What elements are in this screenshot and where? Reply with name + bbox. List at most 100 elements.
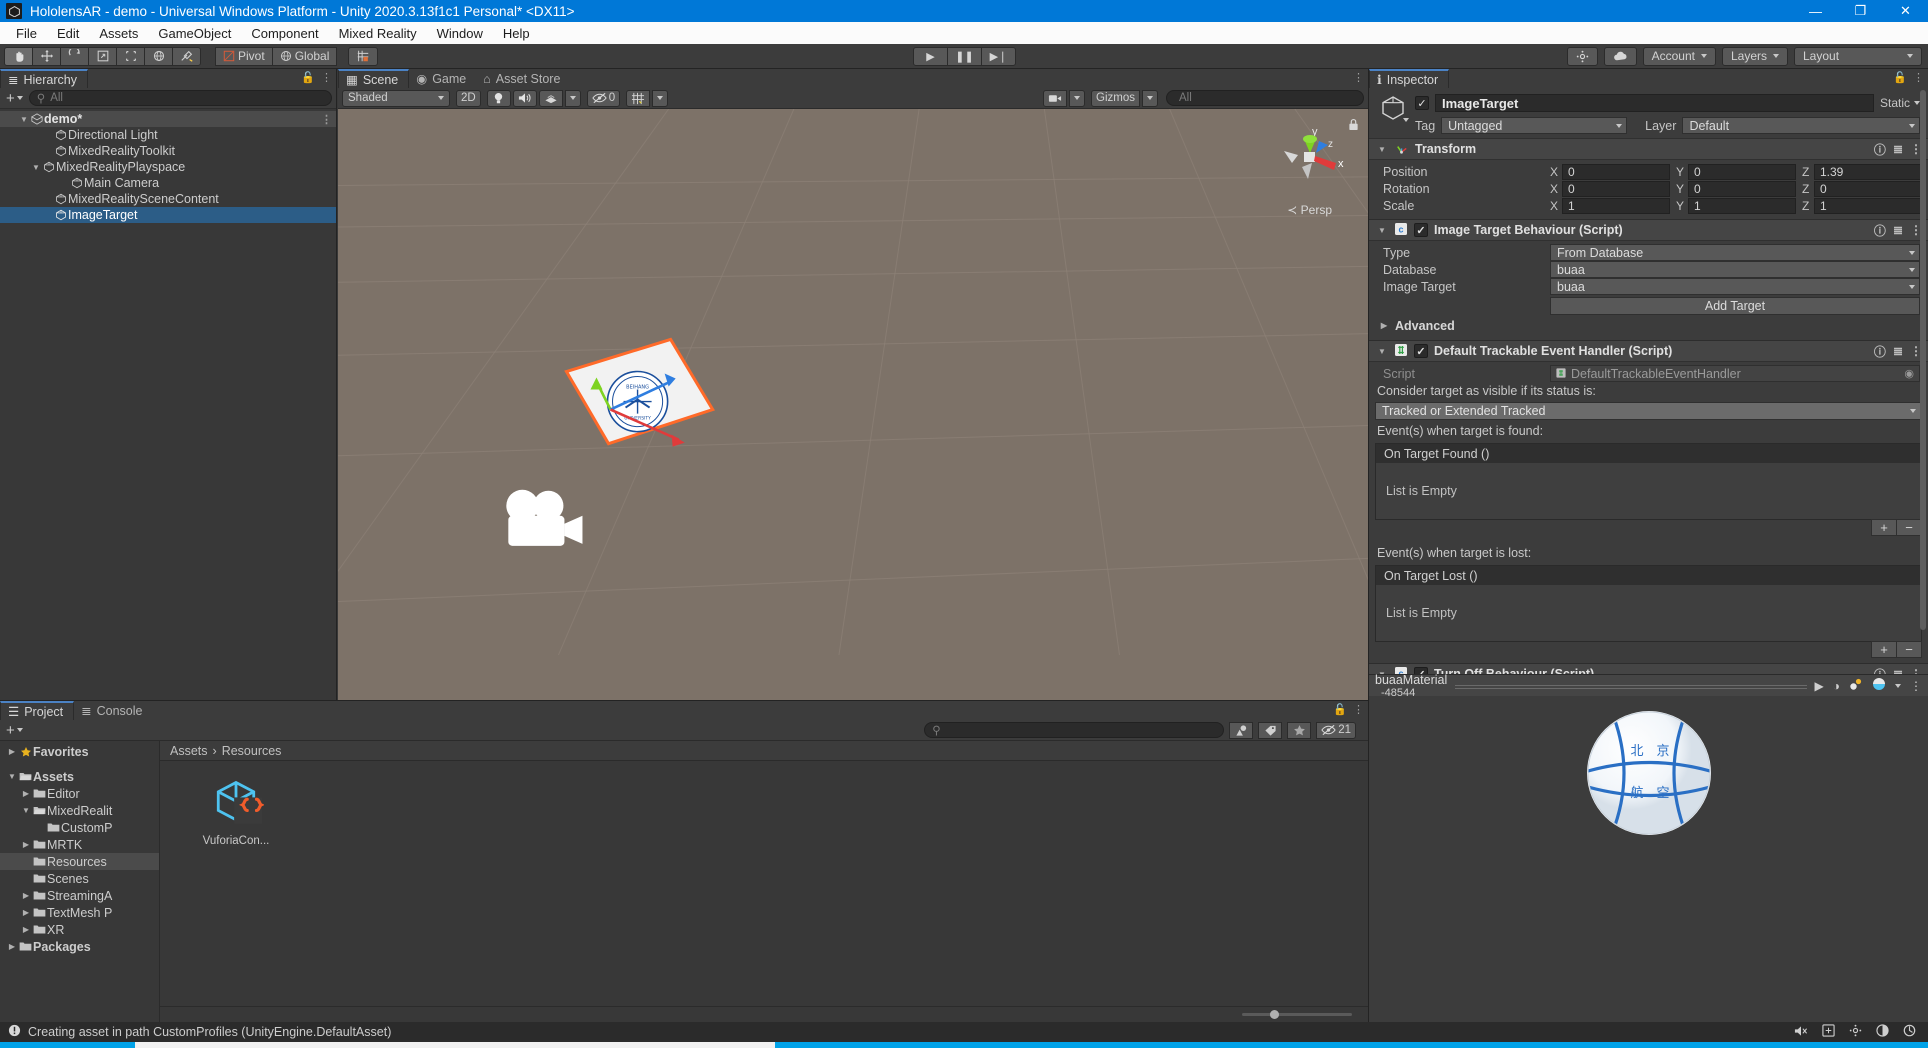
object-picker-icon[interactable]: ◉ [1904, 367, 1914, 380]
gameobject-active-checkbox[interactable]: ✓ [1415, 96, 1429, 110]
move-tool-button[interactable] [32, 46, 61, 66]
project-tree-editor[interactable]: ▶ Editor [0, 785, 159, 802]
project-tree-favorites[interactable]: ▶ Favorites [0, 743, 159, 760]
scale-y-input[interactable]: 1 [1688, 197, 1796, 214]
add-found-listener-button[interactable]: + [1871, 519, 1897, 536]
chevron-down-icon[interactable] [1403, 118, 1409, 122]
menu-edit[interactable]: Edit [47, 24, 89, 43]
close-button[interactable]: ✕ [1883, 0, 1928, 22]
scene-lighting-toggle[interactable] [486, 89, 511, 107]
lighting-preview-icon[interactable] [1849, 677, 1863, 694]
lock-icon[interactable]: 🔓 [1893, 71, 1907, 84]
scene-fx-toggle[interactable] [538, 89, 563, 107]
help-icon[interactable]: ⓘ [1874, 343, 1886, 360]
hand-tool-button[interactable] [4, 46, 33, 66]
gizmos-button[interactable]: Gizmos [1091, 89, 1140, 107]
cloud-icon-button[interactable] [1603, 46, 1637, 66]
kebab-menu-icon[interactable]: ⋮ [1353, 71, 1364, 84]
expand-arrow-icon[interactable]: ▼ [1376, 347, 1388, 356]
project-tree-mrtk[interactable]: ▶ MRTK [0, 836, 159, 853]
lock-icon[interactable]: 🔓 [1333, 703, 1347, 716]
expand-arrow-icon[interactable]: ▼ [6, 772, 18, 781]
component-transform-header[interactable]: ▼ Transform ⓘ ≣ ⋮ [1369, 139, 1928, 160]
project-tree-resources[interactable]: ▸ Resources [0, 853, 159, 870]
search-by-label-button[interactable] [1258, 721, 1283, 739]
play-button[interactable]: ▶ [913, 46, 948, 66]
hierarchy-item-demo[interactable]: ▼ demo* ⋮ [0, 111, 336, 127]
sphere-preview-icon[interactable]: ◑ [1833, 679, 1840, 693]
grid-snap-button[interactable] [348, 46, 379, 66]
expand-arrow-icon[interactable]: ▶ [6, 747, 18, 756]
hierarchy-item-main-camera[interactable]: ▸ Main Camera [0, 175, 336, 191]
rect-tool-button[interactable] [116, 46, 145, 66]
scene-grid-dropdown[interactable] [652, 89, 669, 107]
shading-mode-dropdown[interactable]: Shaded [342, 89, 450, 107]
hierarchy-item-mixedrealityscenecontent[interactable]: ▸ MixedRealitySceneContent [0, 191, 336, 207]
kebab-menu-icon[interactable]: ⋮ [1913, 71, 1924, 84]
scale-z-input[interactable]: 1 [1814, 197, 1922, 214]
component-image-target-header[interactable]: ▼ c ✓ Image Target Behaviour (Script) ⓘ … [1369, 220, 1928, 241]
help-icon[interactable]: ⓘ [1874, 141, 1886, 158]
scrollbar-thumb[interactable] [1920, 90, 1926, 630]
lock-icon[interactable]: 🔓 [301, 71, 315, 84]
chevron-down-icon[interactable] [1895, 683, 1901, 688]
collab-icon-button[interactable] [1566, 46, 1598, 66]
scene-search-input[interactable]: All [1166, 90, 1364, 106]
tab-asset-store[interactable]: ⌂ Asset Store [476, 69, 571, 88]
tab-hierarchy[interactable]: ≣ Hierarchy [0, 69, 88, 88]
database-dropdown[interactable]: buaa [1550, 261, 1920, 278]
progress-icon[interactable] [1903, 1024, 1916, 1040]
add-target-button[interactable]: Add Target [1550, 296, 1920, 315]
breadcrumb-assets[interactable]: Assets [170, 744, 208, 758]
layer-dropdown[interactable]: Default [1682, 117, 1920, 134]
transform-tool-button[interactable] [144, 46, 173, 66]
account-button[interactable]: Account [1642, 46, 1716, 66]
play-icon[interactable]: ▶ [1815, 679, 1824, 693]
add-lost-listener-button[interactable]: + [1871, 641, 1897, 658]
step-button[interactable]: ▶❘ [981, 46, 1016, 66]
image-target-dropdown[interactable]: buaa [1550, 278, 1920, 295]
expand-arrow-icon[interactable]: ▶ [20, 789, 32, 798]
rotation-z-input[interactable]: 0 [1814, 180, 1922, 197]
custom-editor-tool-button[interactable] [172, 46, 201, 66]
hierarchy-item-directional-light[interactable]: ▸ Directional Light [0, 127, 336, 143]
expand-arrow-icon[interactable]: ▼ [1376, 145, 1388, 154]
position-x-input[interactable]: 0 [1562, 163, 1670, 180]
scale-tool-button[interactable] [88, 46, 117, 66]
toggle-2d-button[interactable]: 2D [456, 89, 481, 107]
script-object-field[interactable]: DefaultTrackableEventHandler ◉ [1550, 365, 1920, 382]
project-tree-xr[interactable]: ▶ XR [0, 921, 159, 938]
help-icon[interactable]: ⓘ [1874, 222, 1886, 239]
material-preview-sphere[interactable]: 北 京 航 空 [1586, 711, 1711, 835]
scene-camera-settings-button[interactable] [1043, 89, 1068, 107]
menu-window[interactable]: Window [427, 24, 493, 43]
expand-arrow-icon[interactable]: ▶ [20, 840, 32, 849]
preview-packages-icon[interactable] [1876, 1024, 1889, 1040]
project-tree-assets[interactable]: ▼ Assets [0, 768, 159, 785]
hierarchy-add-button[interactable]: + [4, 90, 25, 107]
menu-help[interactable]: Help [493, 24, 540, 43]
pivot-toggle-button[interactable]: Pivot [215, 46, 273, 66]
project-tree-scenes[interactable]: ▸ Scenes [0, 870, 159, 887]
status-message-row[interactable]: Creating asset in path CustomProfiles (U… [0, 1022, 1928, 1042]
global-toggle-button[interactable]: Global [271, 46, 338, 66]
scene-visibility-toggle[interactable]: 0 [586, 89, 621, 107]
position-y-input[interactable]: 0 [1688, 163, 1796, 180]
expand-arrow-icon[interactable]: ▼ [20, 806, 32, 815]
menu-mixed-reality[interactable]: Mixed Reality [329, 24, 427, 43]
project-tree-packages[interactable]: ▶ Packages [0, 938, 159, 955]
hierarchy-item-mixedrealityplayspace[interactable]: ▼ MixedRealityPlayspace [0, 159, 336, 175]
rotation-x-input[interactable]: 0 [1562, 180, 1670, 197]
scene-fx-dropdown[interactable] [564, 89, 581, 107]
code-optimization-icon[interactable] [1822, 1024, 1835, 1040]
type-dropdown[interactable]: From Database [1550, 244, 1920, 261]
hierarchy-item-imagetarget[interactable]: ▸ ImageTarget [0, 207, 336, 223]
tab-console[interactable]: ≣ Console [74, 701, 153, 720]
project-tree-mixedreality[interactable]: ▼ MixedRealit [0, 802, 159, 819]
status-visibility-dropdown[interactable]: Tracked or Extended Tracked [1375, 402, 1922, 420]
expand-arrow-icon[interactable]: ▶ [20, 925, 32, 934]
component-trackable-handler-header[interactable]: ▼ ✓ Default Trackable Event Handler (Scr… [1369, 341, 1928, 362]
preset-icon[interactable]: ≣ [1893, 344, 1903, 358]
asset-item-vuforiaconfiguration[interactable]: VuforiaCon... [195, 775, 277, 847]
scene-lock-icon[interactable] [1348, 118, 1359, 134]
